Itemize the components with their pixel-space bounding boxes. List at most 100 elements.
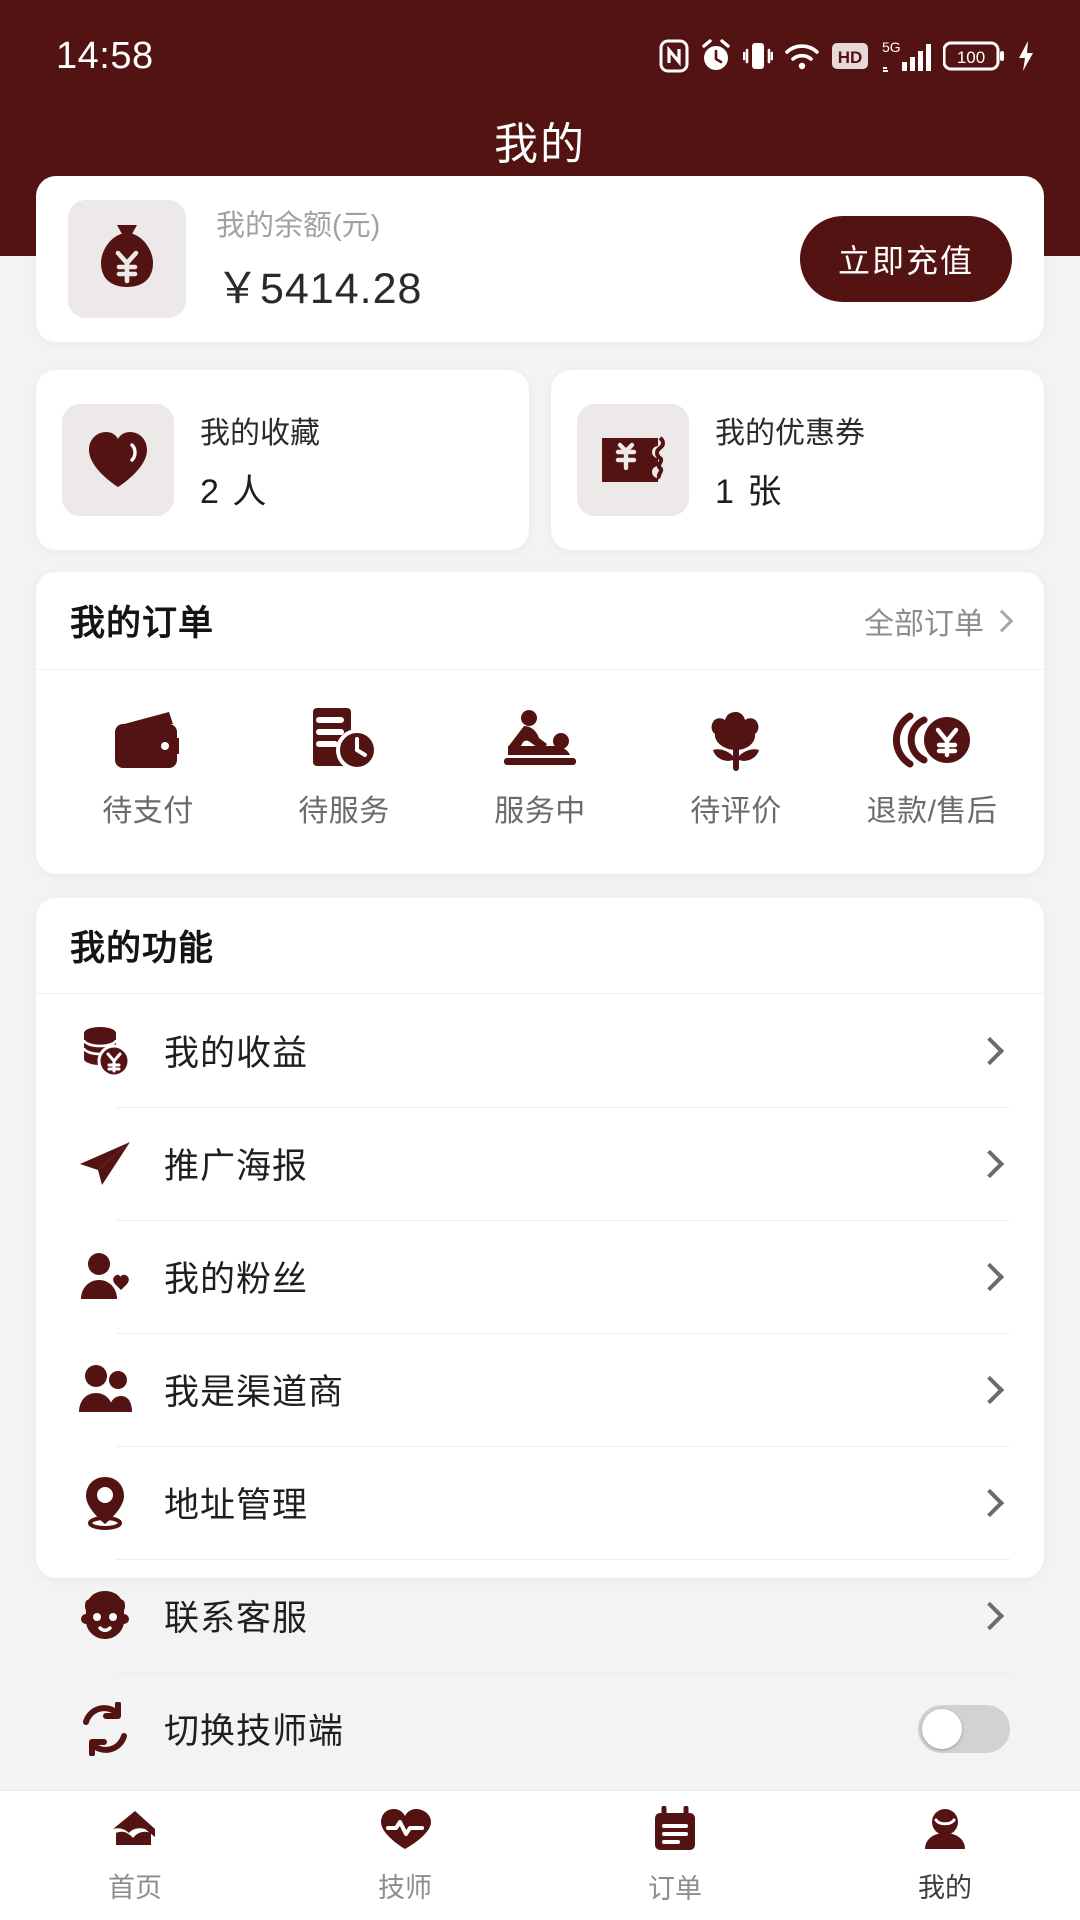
order-tab-refund-aftersale[interactable]: 退款/售后 xyxy=(834,698,1030,830)
order-tab-label: 待服务 xyxy=(298,795,390,828)
function-label: 推广海报 xyxy=(164,1147,309,1186)
function-label: 联系客服 xyxy=(164,1599,309,1638)
nav-item-home[interactable]: 首页 xyxy=(0,1791,270,1920)
function-label: 我的收益 xyxy=(164,1034,309,1073)
chevron-right-icon xyxy=(975,1488,1005,1517)
chevron-right-icon xyxy=(975,1375,1005,1404)
order-tab-label: 待支付 xyxy=(102,795,194,828)
function-row-fans[interactable]: 我的粉丝 xyxy=(36,1220,1044,1333)
technician-icon xyxy=(379,1807,431,1856)
wallet-icon xyxy=(111,698,185,772)
list-clock-icon xyxy=(309,698,379,772)
coupon-icon xyxy=(577,404,689,516)
favorites-count: 2 人 xyxy=(200,472,269,511)
functions-card: 我的功能 我的收益 推广海报 我的粉丝 我是渠道商 地址管理 联系客服 切换技师… xyxy=(36,898,1044,1756)
function-row-customer-service[interactable]: 联系客服 xyxy=(36,1559,1044,1672)
switch-technician-toggle[interactable] xyxy=(918,1704,1010,1753)
function-label: 地址管理 xyxy=(164,1486,309,1525)
hd-icon: HD xyxy=(831,41,869,71)
coins-yuan-icon xyxy=(70,1024,140,1078)
battery-icon: 100 xyxy=(943,40,1005,72)
coupons-label: 我的优惠券 xyxy=(715,416,865,450)
functions-title: 我的功能 xyxy=(70,929,215,968)
chevron-right-icon xyxy=(975,1036,1005,1065)
order-icon xyxy=(652,1805,698,1857)
favorites-texts: 我的收藏 2 人 xyxy=(200,408,320,513)
nav-label: 技师 xyxy=(378,1872,432,1903)
orders-title: 我的订单 xyxy=(70,604,215,643)
vibrate-icon xyxy=(743,39,773,73)
coupons-card[interactable]: 我的优惠券 1 张 xyxy=(551,370,1044,550)
status-icons: HD 5G 100 xyxy=(659,38,1036,74)
coupons-texts: 我的优惠券 1 张 xyxy=(715,408,865,513)
5g-signal-icon: 5G xyxy=(880,38,932,74)
heart-icon xyxy=(62,404,174,516)
all-orders-link[interactable]: 全部订单 xyxy=(864,599,1014,643)
nav-item-technician[interactable]: 技师 xyxy=(270,1791,540,1920)
quick-cards-row: 我的收藏 2 人 我的优惠券 1 张 xyxy=(36,370,1044,550)
nav-item-order[interactable]: 订单 xyxy=(540,1791,810,1920)
function-row-switch-technician[interactable]: 切换技师端 xyxy=(36,1672,1044,1785)
svg-text:HD: HD xyxy=(838,48,863,67)
balance-card: 我的余额(元) ￥5414.28 立即充值 xyxy=(36,176,1044,342)
battery-level-text: 100 xyxy=(957,48,985,67)
order-tab-label: 服务中 xyxy=(494,795,586,828)
function-label: 切换技师端 xyxy=(164,1712,345,1751)
function-label: 我的粉丝 xyxy=(164,1260,309,1299)
all-orders-label: 全部订单 xyxy=(864,607,984,641)
switch-icon xyxy=(70,1701,140,1756)
order-tab-pending-review[interactable]: 待评价 xyxy=(638,698,834,830)
recharge-button[interactable]: 立即充值 xyxy=(799,216,1012,302)
refund-icon xyxy=(892,698,972,772)
nav-label: 订单 xyxy=(648,1873,702,1904)
users-icon xyxy=(70,1364,140,1416)
app-screen: 14:58 HD 5G 100 我的 我的余额(元) ￥5414.28 立即充值… xyxy=(0,0,1080,1920)
function-row-promo-poster[interactable]: 推广海报 xyxy=(36,1107,1044,1220)
status-bar: 14:58 HD 5G 100 xyxy=(0,0,1080,84)
chevron-right-icon xyxy=(990,609,1014,632)
user-heart-icon xyxy=(70,1251,140,1303)
chevron-right-icon xyxy=(975,1601,1005,1630)
function-row-channel-partner[interactable]: 我是渠道商 xyxy=(36,1333,1044,1446)
favorites-label: 我的收藏 xyxy=(200,416,320,450)
page-title: 我的 xyxy=(494,120,586,169)
alarm-icon xyxy=(700,39,732,73)
profile-icon xyxy=(921,1807,969,1856)
toggle-knob xyxy=(922,1708,962,1749)
paper-plane-icon xyxy=(70,1139,140,1189)
home-icon xyxy=(110,1807,160,1856)
orders-status-tabs: 待支付 待服务 服务中 待评价 退款/售后 xyxy=(36,670,1044,830)
balance-texts: 我的余额(元) ￥5414.28 xyxy=(216,202,800,316)
functions-header: 我的功能 xyxy=(36,898,1044,994)
function-row-earnings[interactable]: 我的收益 xyxy=(36,994,1044,1107)
function-label: 我是渠道商 xyxy=(164,1373,345,1412)
massage-icon xyxy=(498,698,582,772)
customer-service-icon xyxy=(70,1589,140,1643)
function-row-address[interactable]: 地址管理 xyxy=(36,1446,1044,1559)
svg-text:5G: 5G xyxy=(882,39,901,55)
nav-label: 首页 xyxy=(108,1872,162,1903)
orders-card: 我的订单 全部订单 待支付 待服务 服务中 待评价 退款/售后 xyxy=(36,572,1044,874)
status-time: 14:58 xyxy=(56,34,154,77)
chevron-right-icon xyxy=(975,1262,1005,1291)
balance-amount: ￥5414.28 xyxy=(216,265,423,313)
coupons-count: 1 张 xyxy=(715,472,784,511)
order-tab-in-service[interactable]: 服务中 xyxy=(442,698,638,830)
order-tab-pending-service[interactable]: 待服务 xyxy=(246,698,442,830)
favorites-card[interactable]: 我的收藏 2 人 xyxy=(36,370,529,550)
nav-item-profile[interactable]: 我的 xyxy=(810,1791,1080,1920)
chevron-right-icon xyxy=(975,1149,1005,1178)
wifi-icon xyxy=(784,39,820,73)
nav-label: 我的 xyxy=(918,1872,972,1903)
order-tab-label: 退款/售后 xyxy=(866,795,998,828)
order-tab-pending-payment[interactable]: 待支付 xyxy=(50,698,246,830)
balance-label: 我的余额(元) xyxy=(216,210,381,242)
orders-header: 我的订单 全部订单 xyxy=(36,572,1044,670)
flower-icon xyxy=(701,698,771,772)
order-tab-label: 待评价 xyxy=(690,795,782,828)
location-pin-icon xyxy=(70,1475,140,1531)
money-bag-icon xyxy=(68,200,186,318)
bottom-navigation: 首页 技师 订单 我的 xyxy=(0,1790,1080,1920)
charging-icon xyxy=(1016,40,1036,72)
nfc-icon xyxy=(659,39,689,73)
